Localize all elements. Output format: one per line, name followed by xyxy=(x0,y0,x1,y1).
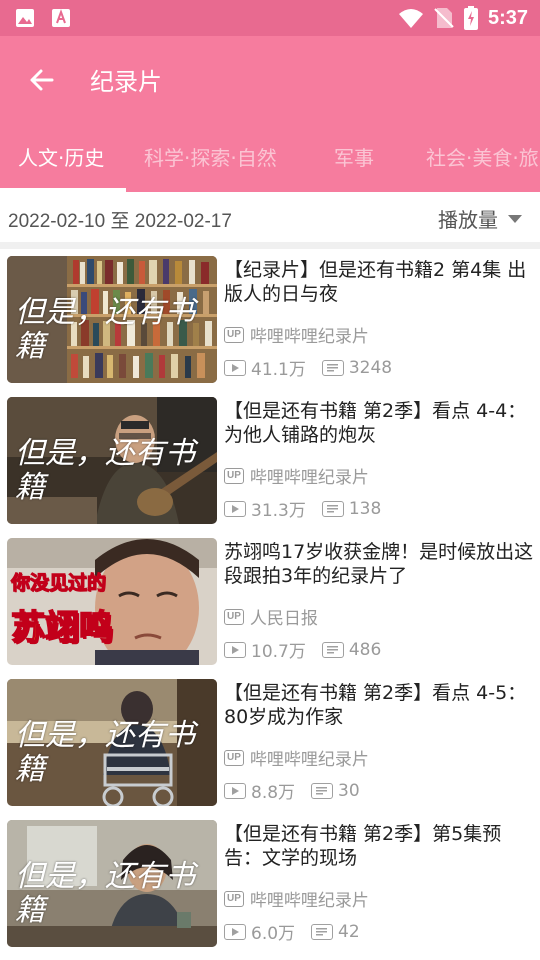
danmaku-count: 30 xyxy=(311,781,360,801)
play-count: 31.3万 xyxy=(224,496,306,521)
thumbnail-caption-line2: 苏翊鸣 xyxy=(10,607,114,649)
video-item[interactable]: 你没见过的 苏翊鸣 苏翊鸣17岁收获金牌！是时候放出这段跟拍3年的纪录片了 UP… xyxy=(0,531,540,672)
uploader-name: 哔哩哔哩纪录片 xyxy=(249,468,369,488)
video-stats: 10.7万 486 xyxy=(224,637,397,662)
uploader[interactable]: UP 哔哩哔哩纪录片 xyxy=(224,322,369,347)
up-badge-icon: UP xyxy=(224,467,244,484)
danmaku-count: 138 xyxy=(321,498,382,519)
play-count-icon xyxy=(224,641,246,658)
video-stats: 41.1万 3248 xyxy=(224,355,408,380)
uploader-name: 人民日报 xyxy=(249,609,318,629)
danmaku-icon xyxy=(321,500,344,517)
wifi-icon xyxy=(398,9,423,28)
video-title[interactable]: 【纪录片】但是还有书籍2 第4集 出版人的日与夜 xyxy=(224,258,534,306)
date-range[interactable]: 2022-02-10 至 2022-02-17 xyxy=(8,206,232,233)
thumbnail-caption: 但是，还有书籍 xyxy=(15,295,195,364)
uploader-name: 哔哩哔哩纪录片 xyxy=(249,327,369,347)
danmaku-count-value: 3248 xyxy=(348,357,393,378)
no-sim-icon xyxy=(434,8,454,28)
play-count-value: 31.3万 xyxy=(251,501,306,521)
app-notification-icon xyxy=(52,9,70,27)
tab-science-nature[interactable]: 科学·探索·自然 xyxy=(144,142,277,171)
tab-military[interactable]: 军事 xyxy=(334,142,374,171)
danmaku-icon xyxy=(311,923,334,940)
sort-dropdown[interactable]: 播放量 xyxy=(438,204,522,233)
uploader[interactable]: UP 哔哩哔哩纪录片 xyxy=(224,463,369,488)
uploader[interactable]: UP 哔哩哔哩纪录片 xyxy=(224,886,369,911)
up-badge-icon: UP xyxy=(224,326,244,343)
category-tabs: 人文·历史 科学·探索·自然 军事 社会·美食·旅 xyxy=(0,120,540,192)
video-title[interactable]: 【但是还有书籍 第2季】看点 4-4：为他人铺路的炮灰 xyxy=(224,399,534,447)
play-count-icon xyxy=(224,782,246,799)
play-count-icon xyxy=(224,923,246,940)
tab-society-food-travel[interactable]: 社会·美食·旅 xyxy=(426,142,539,171)
danmaku-count-value: 42 xyxy=(338,921,360,942)
sort-label: 播放量 xyxy=(438,208,498,232)
play-count-value: 6.0万 xyxy=(251,924,296,944)
play-count-value: 41.1万 xyxy=(251,360,306,380)
tab-humanities-history[interactable]: 人文·历史 xyxy=(18,142,104,171)
status-time: 5:37 xyxy=(487,6,528,29)
danmaku-icon xyxy=(311,782,334,799)
video-thumbnail[interactable]: 但是，还有书籍 xyxy=(7,820,217,947)
uploader[interactable]: UP 人民日报 xyxy=(224,604,318,629)
play-count: 6.0万 xyxy=(224,919,295,944)
up-badge-icon: UP xyxy=(224,608,244,625)
page-title: 纪录片 xyxy=(90,68,162,96)
status-bar: 5:37 xyxy=(0,0,540,36)
video-stats: 31.3万 138 xyxy=(224,496,397,521)
thumbnail-caption: 但是，还有书籍 xyxy=(15,436,195,505)
video-thumbnail[interactable]: 但是，还有书籍 xyxy=(7,397,217,524)
danmaku-count-value: 486 xyxy=(348,639,382,660)
play-count-value: 8.8万 xyxy=(251,783,296,803)
back-arrow-icon[interactable] xyxy=(22,60,62,100)
play-count-icon xyxy=(224,359,246,376)
play-count: 41.1万 xyxy=(224,355,306,380)
thumbnail-caption: 但是，还有书籍 xyxy=(15,718,195,787)
filter-bar: 2022-02-10 至 2022-02-17 播放量 xyxy=(0,192,540,242)
thumbnail-caption-line1: 你没见过的 xyxy=(10,572,107,595)
video-title[interactable]: 【但是还有书籍 第2季】看点 4-5：80岁成为作家 xyxy=(224,681,534,729)
play-count: 10.7万 xyxy=(224,637,306,662)
play-count-value: 10.7万 xyxy=(251,642,306,662)
uploader-name: 哔哩哔哩纪录片 xyxy=(249,750,369,770)
video-thumbnail[interactable]: 但是，还有书籍 xyxy=(7,679,217,806)
danmaku-count-value: 138 xyxy=(348,498,382,519)
divider xyxy=(0,242,540,249)
video-item[interactable]: 但是，还有书籍 【纪录片】但是还有书籍2 第4集 出版人的日与夜 UP 哔哩哔哩… xyxy=(0,249,540,390)
danmaku-icon xyxy=(321,359,344,376)
video-thumbnail[interactable]: 但是，还有书籍 xyxy=(7,256,217,383)
caret-down-icon xyxy=(508,214,522,223)
app-bar: 纪录片 xyxy=(0,36,540,120)
up-badge-icon: UP xyxy=(224,890,244,907)
danmaku-icon xyxy=(321,641,344,658)
battery-icon xyxy=(463,6,478,30)
play-count: 8.8万 xyxy=(224,778,295,803)
video-stats: 8.8万 30 xyxy=(224,778,376,803)
uploader[interactable]: UP 哔哩哔哩纪录片 xyxy=(224,745,369,770)
video-list: 但是，还有书籍 【纪录片】但是还有书籍2 第4集 出版人的日与夜 UP 哔哩哔哩… xyxy=(0,249,540,954)
uploader-name: 哔哩哔哩纪录片 xyxy=(249,891,369,911)
video-title[interactable]: 【但是还有书籍 第2季】第5集预告：文学的现场 xyxy=(224,822,534,870)
video-item[interactable]: 但是，还有书籍 【但是还有书籍 第2季】看点 4-5：80岁成为作家 UP 哔哩… xyxy=(0,672,540,813)
thumbnail-caption: 但是，还有书籍 xyxy=(15,859,195,928)
danmaku-count: 3248 xyxy=(321,357,393,378)
video-thumbnail[interactable]: 你没见过的 苏翊鸣 xyxy=(7,538,217,665)
video-item[interactable]: 但是，还有书籍 【但是还有书籍 第2季】看点 4-4：为他人铺路的炮灰 UP 哔… xyxy=(0,390,540,531)
danmaku-count: 42 xyxy=(311,922,360,942)
up-badge-icon: UP xyxy=(224,749,244,766)
video-title[interactable]: 苏翊鸣17岁收获金牌！是时候放出这段跟拍3年的纪录片了 xyxy=(224,540,534,588)
video-stats: 6.0万 42 xyxy=(224,919,376,944)
video-item[interactable]: 但是，还有书籍 【但是还有书籍 第2季】第5集预告：文学的现场 UP 哔哩哔哩纪… xyxy=(0,813,540,954)
gallery-notification-icon xyxy=(16,9,34,27)
danmaku-count-value: 30 xyxy=(338,780,360,801)
danmaku-count: 486 xyxy=(321,639,382,660)
play-count-icon xyxy=(224,500,246,517)
